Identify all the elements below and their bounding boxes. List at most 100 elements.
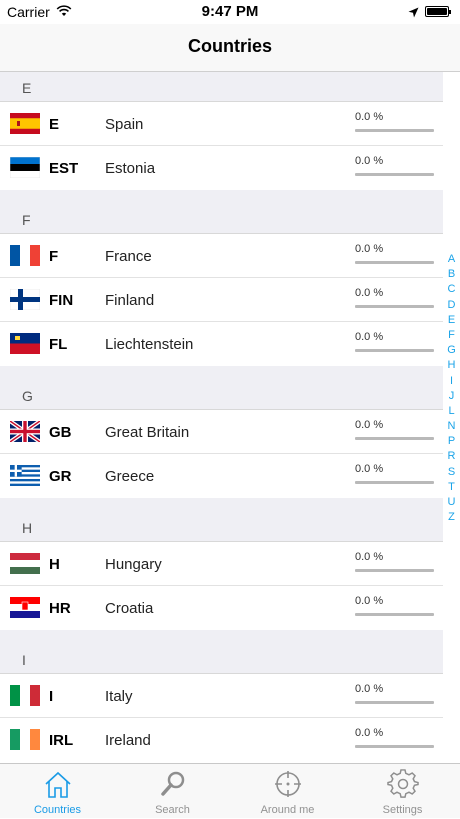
location-arrow-icon <box>408 5 419 23</box>
country-row[interactable]: FL Liechtenstein 0.0 % <box>0 322 443 366</box>
country-name: Croatia <box>105 600 154 617</box>
index-letter[interactable]: L <box>443 404 460 419</box>
status-bar: Carrier 9:47 PM <box>0 0 460 24</box>
section-spacer <box>0 630 443 644</box>
progress-bar <box>355 701 434 704</box>
section-spacer <box>0 190 443 204</box>
tab-label: Around me <box>260 804 315 816</box>
magnifier-icon <box>157 769 189 799</box>
country-code: GR <box>49 468 72 485</box>
section-spacer <box>0 366 443 380</box>
index-letter[interactable]: Z <box>443 510 460 525</box>
country-code: E <box>49 116 60 133</box>
country-code: GB <box>49 424 72 441</box>
tab-label: Settings <box>382 804 423 816</box>
section-letter: F <box>22 212 31 228</box>
index-letter[interactable]: J <box>443 389 460 404</box>
tab-search[interactable]: Search <box>115 764 230 819</box>
index-letter[interactable]: N <box>443 419 460 434</box>
section-header-e: E <box>0 72 443 102</box>
country-row[interactable]: IRL Ireland 0.0 % <box>0 718 443 762</box>
country-row[interactable]: I Italy 0.0 % <box>0 674 443 718</box>
country-code: I <box>49 688 54 705</box>
greece-flag <box>10 465 40 486</box>
country-row[interactable]: EST Estonia 0.0 % <box>0 146 443 190</box>
tab-around-me[interactable]: Around me <box>230 764 345 819</box>
country-code: FIN <box>49 292 74 309</box>
country-row[interactable]: FIN Finland 0.0 % <box>0 278 443 322</box>
index-letter[interactable]: D <box>443 298 460 313</box>
progress-bar <box>355 745 434 748</box>
index-letter[interactable]: R <box>443 449 460 464</box>
country-code: EST <box>49 160 79 177</box>
progress-bar <box>355 569 434 572</box>
index-letter[interactable]: B <box>443 267 460 282</box>
index-letter[interactable]: E <box>443 313 460 328</box>
country-name: Great Britain <box>105 424 190 441</box>
country-row[interactable]: F France 0.0 % <box>0 234 443 278</box>
liechtenstein-flag <box>10 333 40 354</box>
index-letter[interactable]: H <box>443 358 460 373</box>
croatia-flag <box>10 597 40 618</box>
index-letter[interactable]: P <box>443 434 460 449</box>
country-name: Finland <box>105 292 155 309</box>
section-letter: G <box>22 388 33 404</box>
country-name: Liechtenstein <box>105 336 194 353</box>
page-title: Countries <box>187 36 272 56</box>
gear-icon <box>387 769 419 799</box>
section-header-h: H <box>0 512 443 542</box>
finland-flag <box>10 289 40 310</box>
progress-percent: 0.0 % <box>355 727 384 739</box>
country-name: Hungary <box>105 556 162 573</box>
progress-bar <box>355 613 434 616</box>
progress-bar <box>355 349 434 352</box>
progress-percent: 0.0 % <box>355 463 384 475</box>
index-letter[interactable]: I <box>443 374 460 389</box>
progress-bar <box>355 173 434 176</box>
section-letter: I <box>22 652 26 668</box>
progress-bar <box>355 261 434 264</box>
index-letter[interactable]: T <box>443 480 460 495</box>
index-letter[interactable]: A <box>443 252 460 267</box>
progress-percent: 0.0 % <box>355 111 384 123</box>
great-britain-flag <box>10 421 40 442</box>
progress-percent: 0.0 % <box>355 551 384 563</box>
tab-settings[interactable]: Settings <box>345 764 460 819</box>
country-name: Greece <box>105 468 155 485</box>
house-icon <box>42 769 74 799</box>
country-row[interactable]: HR Croatia 0.0 % <box>0 586 443 630</box>
section-index[interactable]: ABCDEFGHIJLNPRSTUZ <box>443 252 460 525</box>
spain-flag <box>10 113 40 134</box>
index-letter[interactable]: S <box>443 465 460 480</box>
battery-icon <box>425 6 451 17</box>
ireland-flag <box>10 729 40 750</box>
country-name: Italy <box>105 688 133 705</box>
section-header-i: I <box>0 644 443 674</box>
country-row[interactable]: E Spain 0.0 % <box>0 102 443 146</box>
italy-flag <box>10 685 40 706</box>
tab-bar: Countries Search Around me Settings <box>0 763 460 818</box>
country-row[interactable]: GB Great Britain 0.0 % <box>0 410 443 454</box>
country-row[interactable]: GR Greece 0.0 % <box>0 454 443 498</box>
navigation-bar: Countries <box>0 24 460 72</box>
index-letter[interactable]: G <box>443 343 460 358</box>
country-row[interactable]: H Hungary 0.0 % <box>0 542 443 586</box>
progress-percent: 0.0 % <box>355 287 384 299</box>
tab-label: Search <box>155 804 190 816</box>
country-code: IRL <box>49 732 74 749</box>
country-code: H <box>49 556 60 573</box>
crosshair-icon <box>272 769 304 799</box>
clock: 9:47 PM <box>201 3 259 20</box>
progress-percent: 0.0 % <box>355 419 384 431</box>
country-list[interactable]: E E Spain 0.0 % EST Estonia 0.0 % F F Fr… <box>0 72 443 763</box>
section-header-g: G <box>0 380 443 410</box>
tab-countries[interactable]: Countries <box>0 764 115 819</box>
index-letter[interactable]: C <box>443 282 460 297</box>
tab-label: Countries <box>33 804 82 816</box>
progress-percent: 0.0 % <box>355 331 384 343</box>
section-header-f: F <box>0 204 443 234</box>
country-code: HR <box>49 600 71 617</box>
index-letter[interactable]: U <box>443 495 460 510</box>
france-flag <box>10 245 40 266</box>
index-letter[interactable]: F <box>443 328 460 343</box>
